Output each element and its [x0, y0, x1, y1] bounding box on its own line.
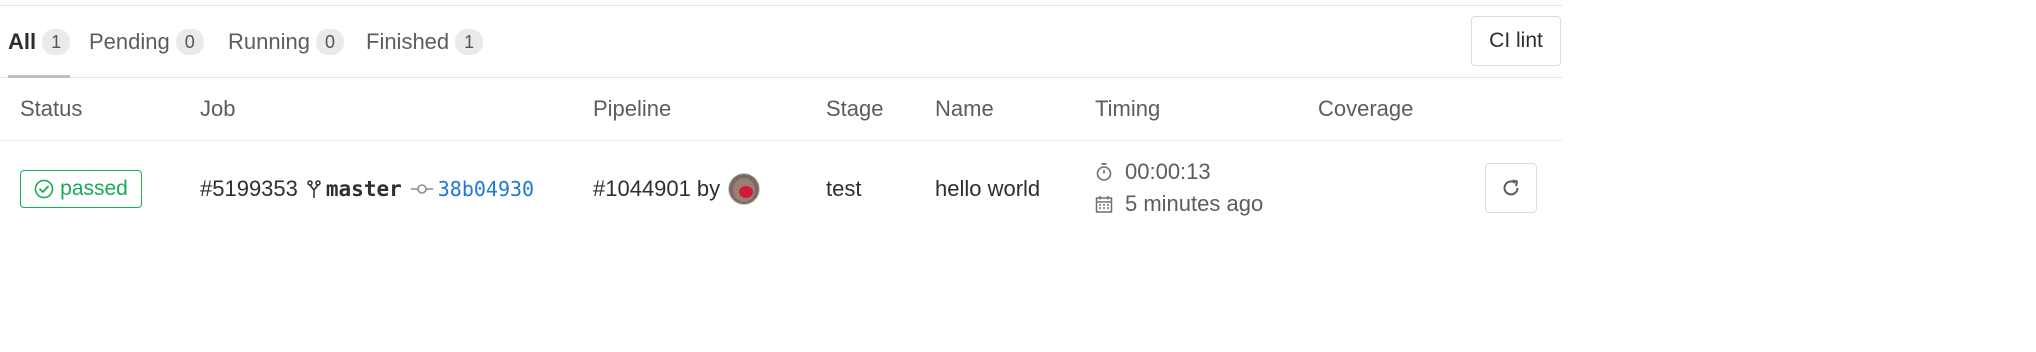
job-id-link[interactable]: #5199353: [200, 176, 298, 202]
branch-link[interactable]: master: [326, 177, 402, 201]
duration-value: 00:00:13: [1125, 159, 1211, 184]
tab-finished[interactable]: Finished 1: [366, 6, 484, 77]
header-stage: Stage: [826, 96, 884, 121]
header-timing: Timing: [1095, 96, 1161, 121]
header-pipeline: Pipeline: [593, 96, 672, 121]
avatar[interactable]: [728, 173, 761, 205]
duration: 00:00:13: [1095, 156, 1211, 188]
pipeline-cell: #1044901 by: [593, 170, 761, 208]
tab-pending-label: Pending: [89, 28, 170, 54]
calendar-icon: [1095, 196, 1113, 213]
stage-cell: test: [826, 176, 862, 201]
job-name-cell: hello world: [935, 176, 1041, 201]
tab-pending[interactable]: Pending 0: [89, 6, 204, 77]
header-name: Name: [935, 96, 994, 121]
stopwatch-icon: [1096, 163, 1112, 181]
tab-finished-count: 1: [455, 28, 484, 55]
table-row: passed #5199353 master 38b04930 #1044901…: [0, 141, 1562, 235]
status-label: passed: [60, 177, 128, 200]
tab-pending-count: 0: [175, 28, 204, 55]
tab-all-count: 1: [42, 28, 71, 55]
tab-all-label: All: [8, 28, 37, 54]
pipeline-by-label: by: [696, 176, 721, 201]
check-circle-icon: [34, 179, 54, 199]
commit-link[interactable]: 38b04930: [438, 177, 534, 201]
job-cell: #5199353 master 38b04930: [200, 172, 534, 206]
ci-lint-button[interactable]: CI lint: [1471, 16, 1561, 66]
retry-icon: [1503, 179, 1519, 196]
finished-time: 5 minutes ago: [1095, 188, 1263, 220]
scope-tabs: All 1 Pending 0 Running 0 Finished 1: [0, 6, 1562, 78]
header-status: Status: [20, 96, 83, 121]
tab-running-label: Running: [228, 28, 310, 54]
header-job: Job: [200, 96, 236, 121]
jobs-table-header: Status Job Pipeline Stage Name Timing Co…: [0, 78, 1562, 141]
header-coverage: Coverage: [1318, 96, 1414, 121]
tab-running-count: 0: [315, 28, 344, 55]
tab-all[interactable]: All 1: [8, 6, 71, 78]
commit-icon: [410, 184, 433, 194]
status-badge[interactable]: passed: [20, 170, 142, 208]
branch-icon: [307, 180, 321, 198]
pipeline-link[interactable]: #1044901: [593, 176, 691, 202]
tab-running[interactable]: Running 0: [228, 6, 344, 77]
finished-value: 5 minutes ago: [1125, 191, 1264, 216]
tab-finished-label: Finished: [366, 28, 450, 54]
retry-button[interactable]: [1485, 163, 1537, 213]
